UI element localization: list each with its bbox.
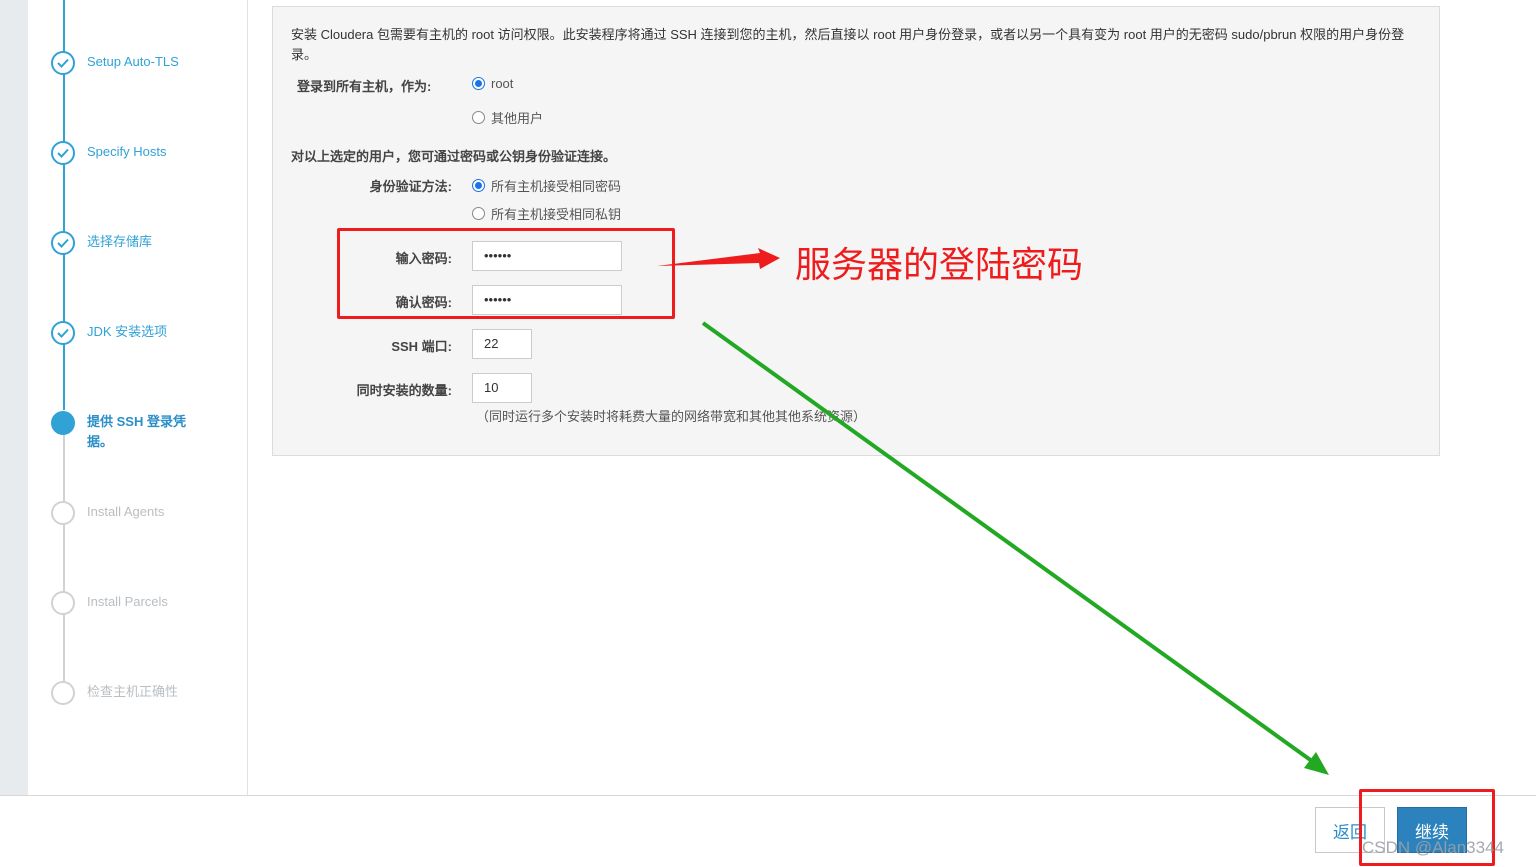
red-arrow-icon	[657, 248, 780, 269]
watermark: CSDN @Alan3344	[1362, 838, 1504, 857]
green-arrow-head-icon	[1304, 752, 1329, 775]
annotation-label: 服务器的登陆密码	[795, 245, 1084, 286]
annotation-arrows	[657, 248, 1329, 775]
green-arrow-line	[701, 321, 1318, 766]
